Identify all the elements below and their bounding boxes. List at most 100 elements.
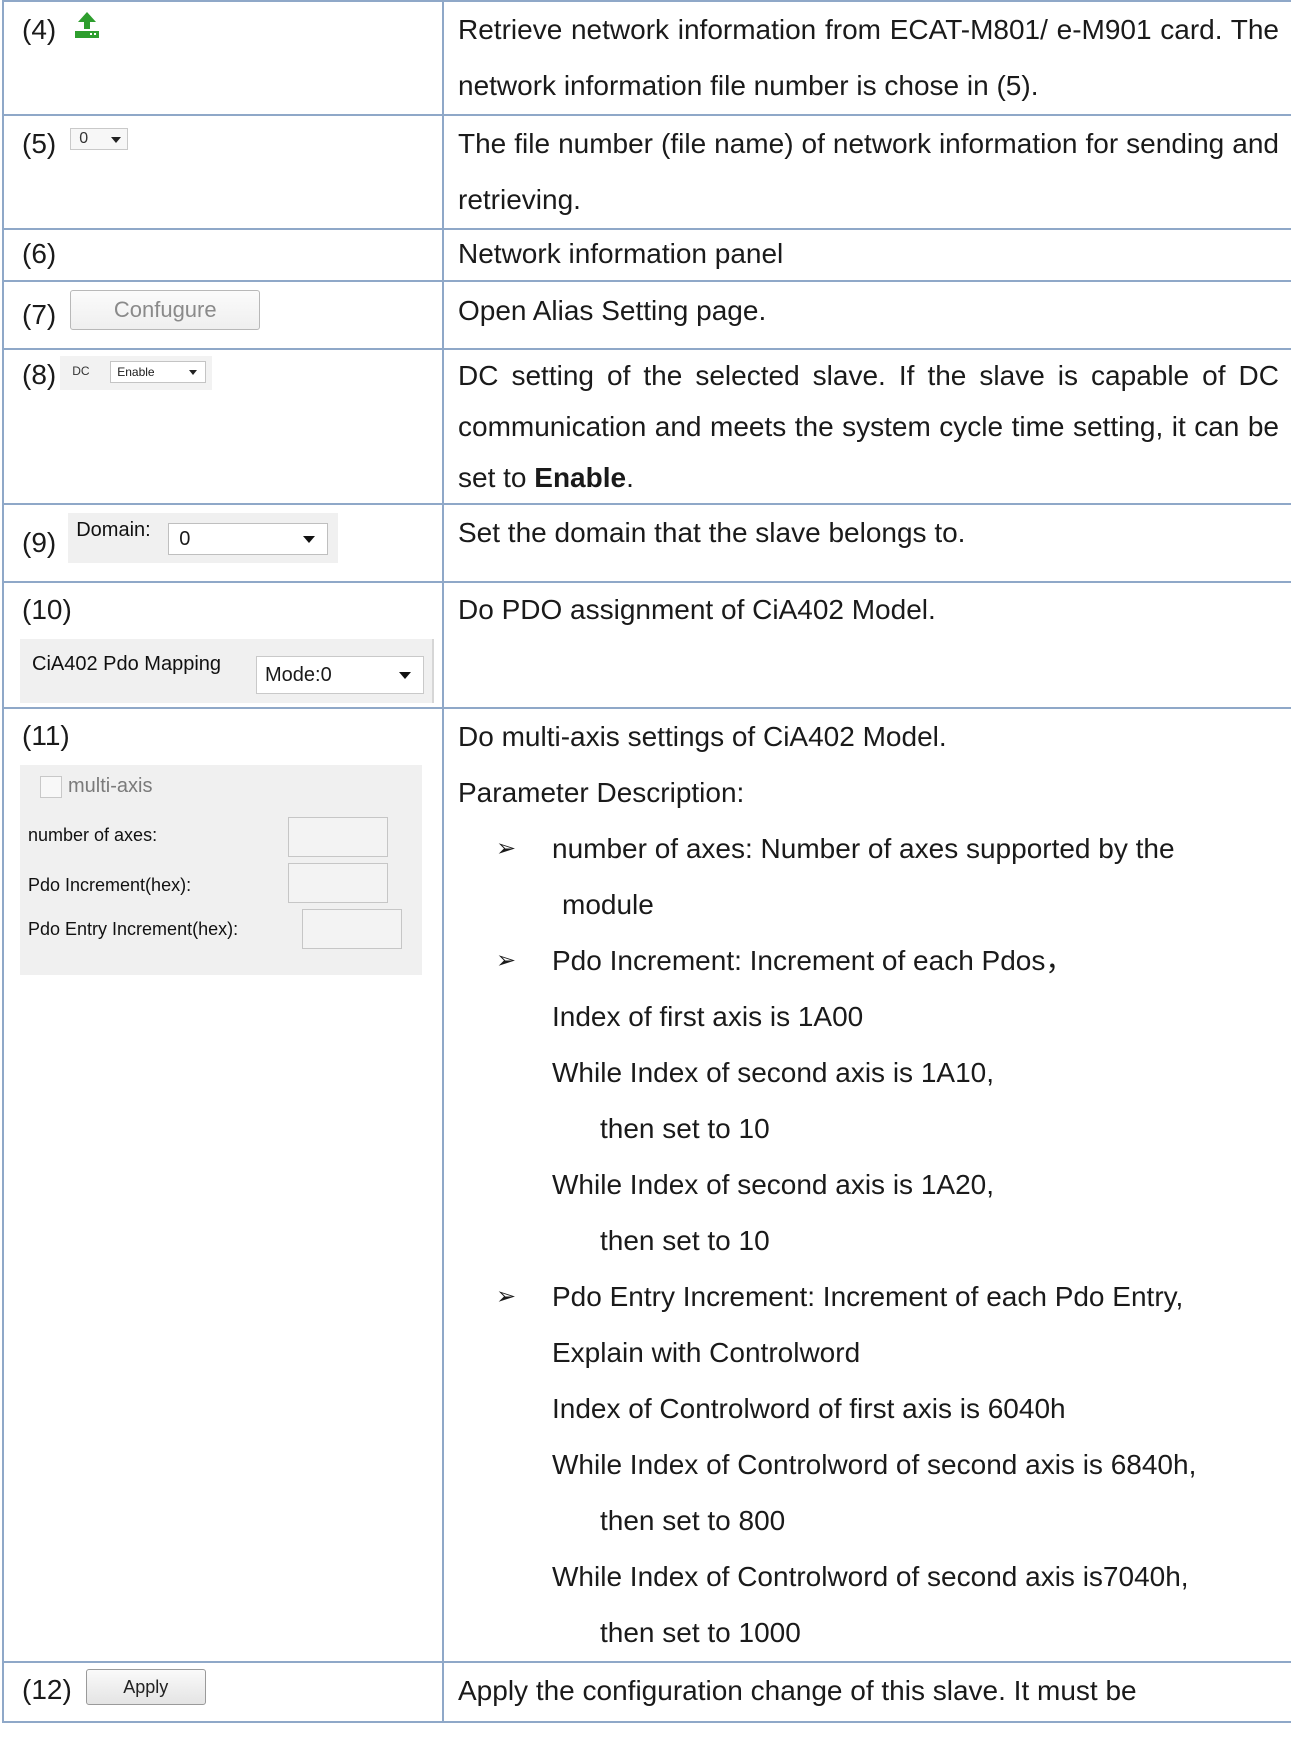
- enable-keyword: Enable: [534, 462, 627, 493]
- multi-axis-checkbox[interactable]: [40, 775, 62, 798]
- item-number: (4): [22, 14, 57, 45]
- multi-axis-checkbox-row[interactable]: multi-axis: [40, 775, 152, 798]
- item-cell: (5) 0: [2, 114, 444, 230]
- description-cell: Do PDO assignment of CiA402 Model.: [442, 581, 1291, 709]
- chevron-down-icon: [189, 370, 198, 375]
- cia402-mapping-label: CiA402 Pdo Mapping: [32, 653, 222, 675]
- item-cell: (6): [2, 228, 444, 282]
- bullet-continuation: While Index of Controlword of second axi…: [552, 1561, 1189, 1592]
- bullet-item: ➢ Pdo Entry Increment: Increment of each …: [458, 1269, 1279, 1325]
- item-cell: (10) CiA402 Pdo Mapping Mode:0: [2, 581, 444, 709]
- pdo-increment-label: Pdo Increment(hex):: [28, 875, 192, 895]
- bullet-arrow-icon: ➢: [496, 1283, 517, 1310]
- bullet-continuation: then set to 800: [600, 1505, 786, 1536]
- multi-axis-panel: multi-axis number of axes: Pdo Increment…: [20, 765, 422, 975]
- number-of-axes-label: number of axes:: [28, 825, 158, 845]
- bullet-item: ➢ Pdo Increment: Increment of each Pdos，: [458, 933, 1279, 989]
- domain-select-value: 0: [179, 528, 191, 550]
- table-row: (10) CiA402 Pdo Mapping Mode:0 Do PDO ass…: [2, 581, 1291, 709]
- bullet-arrow-icon: ➢: [496, 835, 517, 862]
- table-row: (8) DC Enable DC setting of the selected s…: [2, 348, 1291, 505]
- description-text: Open Alias Setting page.: [458, 295, 767, 326]
- file-number-value: 0: [79, 130, 89, 147]
- description-cell: Network information panel: [442, 228, 1291, 282]
- item-number: (9): [22, 527, 57, 558]
- bullet-continuation: module: [562, 889, 654, 920]
- cia402-mapping-strip: CiA402 Pdo Mapping Mode:0: [20, 639, 434, 703]
- bullet-continuation: While Index of second axis is 1A20,: [552, 1169, 995, 1200]
- configure-button[interactable]: Confugure: [70, 290, 261, 330]
- bullet-continuation: Explain with Controlword: [552, 1337, 861, 1368]
- cia402-mode-value: Mode:0: [265, 664, 332, 686]
- description-cell: Do multi-axis settings of CiA402 Model. …: [442, 707, 1291, 1663]
- table-row: (4) Retrieve network information from EC…: [2, 0, 1291, 116]
- dc-setting-strip: DC Enable: [60, 356, 213, 390]
- description-text: Set the domain that the slave belongs to…: [458, 517, 966, 548]
- description-cell: Open Alias Setting page.: [442, 280, 1291, 350]
- dc-select-value: Enable: [117, 365, 155, 379]
- chevron-down-icon: [303, 536, 316, 543]
- table-row: (6) Network information panel: [2, 228, 1291, 282]
- bullet-text: Pdo Entry Increment: Increment of each P…: [552, 1281, 1184, 1312]
- bullet-text: Pdo Increment: Increment of each Pdos，: [552, 945, 1074, 976]
- item-number: (6): [22, 238, 57, 269]
- domain-label: Domain:: [76, 519, 151, 541]
- item-number: (10): [22, 594, 72, 625]
- description-text: Network information panel: [458, 238, 784, 269]
- description-text: The file number (file name) of network i…: [458, 128, 1279, 215]
- description-text: DC setting of the selected slave. If the…: [444, 350, 1291, 503]
- table-row: (7) Confugure Open Alias Setting page.: [2, 280, 1291, 350]
- pdo-entry-increment-field[interactable]: [302, 909, 402, 949]
- cia402-mode-select[interactable]: Mode:0: [256, 656, 424, 694]
- upload-icon: [75, 12, 100, 38]
- item-cell: (8) DC Enable: [2, 348, 444, 505]
- item-cell: (4): [2, 0, 444, 116]
- bullet-continuation: While Index of Controlword of second axi…: [552, 1449, 1197, 1480]
- item-number: (11): [22, 720, 70, 751]
- dc-label: DC: [72, 364, 90, 378]
- description-cell: Apply the configuration change of this s…: [442, 1661, 1291, 1723]
- item-number: (5): [22, 128, 57, 159]
- file-number-combo[interactable]: 0: [70, 128, 129, 150]
- bullet-continuation: then set to 10: [600, 1225, 770, 1256]
- item-cell: (9) Domain: 0: [2, 503, 444, 583]
- item-cell: (12) Apply: [2, 1661, 444, 1723]
- item-cell: (11) multi-axis number of axes: Pdo Incr…: [2, 707, 444, 1663]
- dc-select[interactable]: Enable: [110, 361, 207, 383]
- number-of-axes-field[interactable]: [288, 817, 388, 857]
- item-number: (12): [22, 1674, 72, 1705]
- domain-select[interactable]: 0: [168, 523, 329, 555]
- bullet-continuation: Index of first axis is 1A00: [552, 1001, 864, 1032]
- description-text: Do PDO assignment of CiA402 Model.: [458, 594, 936, 625]
- table-row: (9) Domain: 0 Set the domain that the slav…: [2, 503, 1291, 583]
- description-part: .: [626, 462, 634, 493]
- description-text: Retrieve network information from ECAT-M…: [458, 14, 1279, 101]
- table-row: (11) multi-axis number of axes: Pdo Incr…: [2, 707, 1291, 1663]
- item-number: (7): [22, 299, 57, 330]
- apply-button[interactable]: Apply: [85, 1669, 206, 1705]
- document-page: (4) Retrieve network information from EC…: [0, 0, 1291, 1747]
- item-number: (8): [22, 359, 57, 390]
- bullet-item: ➢ number of axes: Number of axes supporte…: [458, 821, 1279, 877]
- description-line: Do multi-axis settings of CiA402 Model.: [458, 721, 947, 752]
- table-row: (12) Apply Apply the configuration change…: [2, 1661, 1291, 1723]
- description-cell: Set the domain that the slave belongs to…: [442, 503, 1291, 583]
- table-row: (5) 0 The file number (file name) of netw…: [2, 114, 1291, 230]
- parameter-table: (4) Retrieve network information from EC…: [2, 0, 1291, 1723]
- bullet-continuation: While Index of second axis is 1A10,: [552, 1057, 995, 1088]
- chevron-down-icon: [399, 672, 411, 679]
- bullet-continuation: then set to 10: [600, 1113, 770, 1144]
- bullet-text: number of axes: Number of axes supported…: [552, 833, 1175, 864]
- chevron-down-icon: [111, 137, 122, 143]
- description-text: Apply the configuration change of this s…: [458, 1675, 1137, 1706]
- domain-strip: Domain: 0: [68, 513, 339, 563]
- description-cell: Retrieve network information from ECAT-M…: [442, 0, 1291, 116]
- multi-axis-label: multi-axis: [68, 775, 153, 797]
- description-line: Parameter Description:: [458, 777, 745, 808]
- description-block: Do multi-axis settings of CiA402 Model. …: [444, 709, 1291, 1661]
- pdo-entry-increment-label: Pdo Entry Increment(hex):: [28, 919, 239, 939]
- bullet-continuation: then set to 1000: [600, 1617, 801, 1648]
- item-cell: (7) Confugure: [2, 280, 444, 350]
- description-cell: DC setting of the selected slave. If the…: [442, 348, 1291, 505]
- pdo-increment-field[interactable]: [288, 863, 388, 903]
